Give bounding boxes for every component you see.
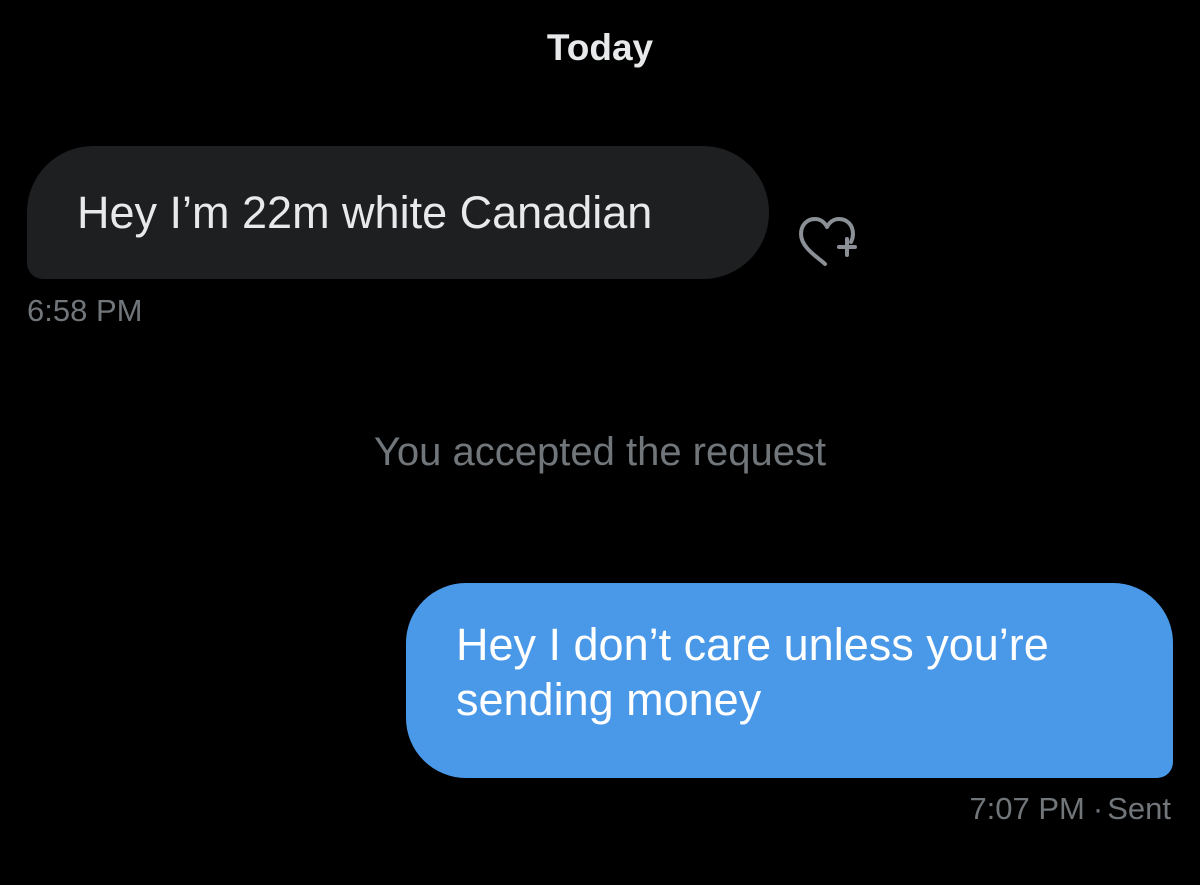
incoming-message-bubble[interactable]: Hey I’m 22m white Canadian bbox=[27, 146, 769, 279]
heart-plus-icon[interactable] bbox=[795, 212, 865, 274]
outgoing-message-time: 7:07 PM bbox=[969, 791, 1085, 826]
date-header: Today bbox=[546, 27, 654, 68]
meta-separator: · bbox=[1092, 791, 1104, 826]
sent-status: Sent bbox=[1107, 791, 1171, 826]
request-accepted-note: You accepted the request bbox=[373, 430, 827, 474]
outgoing-message-line-2: sending money bbox=[456, 674, 762, 725]
incoming-message-text: Hey I’m 22m white Canadian bbox=[77, 186, 653, 238]
incoming-message-time: 6:58 PM bbox=[27, 293, 143, 328]
outgoing-message-line-1: Hey I don’t care unless you’re bbox=[456, 619, 1049, 670]
outgoing-message-meta: 7:07 PM · Sent bbox=[969, 789, 1171, 829]
outgoing-message-bubble[interactable]: Hey I don’t care unless you’re sending m… bbox=[406, 583, 1173, 778]
